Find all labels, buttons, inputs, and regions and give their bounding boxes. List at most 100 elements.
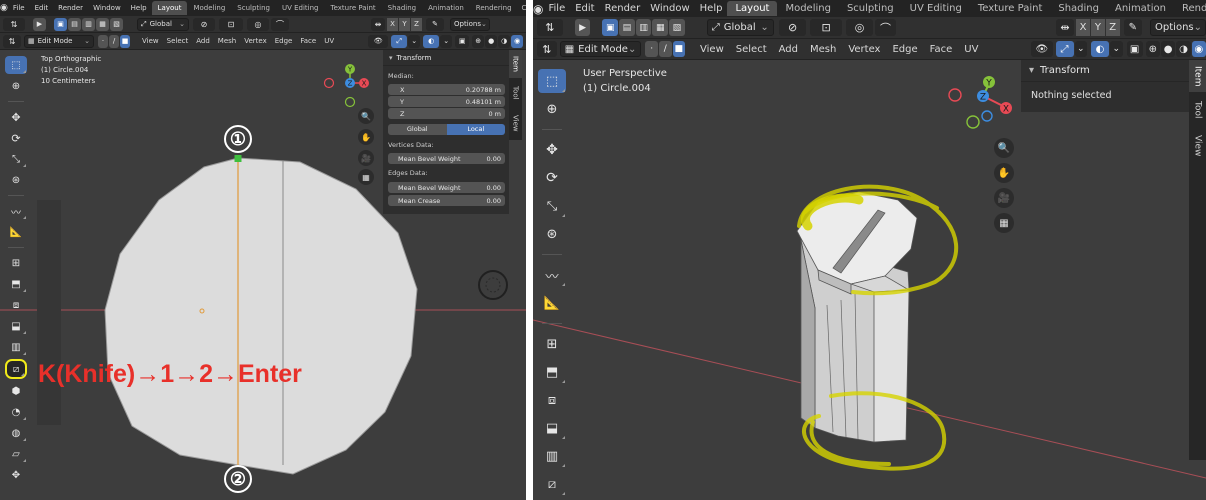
- rotate-icon[interactable]: ⟳: [5, 129, 27, 147]
- shear-icon[interactable]: ▱: [5, 445, 27, 463]
- transform-icon[interactable]: ⊛: [5, 171, 27, 189]
- select-mode-new-icon[interactable]: ▣: [54, 17, 67, 31]
- material-shading-icon[interactable]: ◑: [1176, 41, 1191, 57]
- menu-edit[interactable]: Edit: [570, 3, 599, 14]
- add-cube-icon[interactable]: ⊞: [538, 332, 566, 356]
- orientation-dropdown[interactable]: ⤢ Global ⌄: [706, 19, 774, 36]
- grid-icon[interactable]: ▦: [358, 169, 374, 185]
- menu-face[interactable]: Face: [924, 44, 959, 55]
- menu-window[interactable]: Window: [88, 4, 126, 12]
- tab-uv-editing[interactable]: UV Editing: [276, 1, 325, 15]
- move-icon[interactable]: ✥: [5, 108, 27, 126]
- poly-build-icon[interactable]: ⬢: [5, 382, 27, 400]
- median-y-field[interactable]: Y 0.48101 m: [388, 96, 505, 107]
- add-cube-icon[interactable]: ⊞: [5, 254, 27, 272]
- chevron-down-icon[interactable]: ⌄: [1109, 41, 1123, 57]
- menu-render[interactable]: Render: [53, 4, 88, 12]
- axis-x-toggle[interactable]: X: [387, 17, 398, 31]
- rendered-shading-icon[interactable]: ◉: [511, 34, 524, 48]
- tab-item[interactable]: Item: [509, 50, 522, 78]
- editor-type-icon[interactable]: ⇅: [537, 41, 557, 57]
- axis-z-toggle[interactable]: Z: [411, 17, 422, 31]
- options-dropdown[interactable]: Options ⌄: [450, 17, 490, 31]
- bevel-icon[interactable]: ⬓: [538, 416, 566, 440]
- gizmo-neg-x[interactable]: [323, 77, 335, 89]
- scale-icon[interactable]: ⤡: [538, 194, 566, 218]
- transform-panel-header[interactable]: ▾ Transform: [383, 50, 509, 66]
- extrude-icon[interactable]: ⬒: [5, 275, 27, 293]
- tab-tool[interactable]: Tool: [1189, 92, 1206, 128]
- chevron-down-icon[interactable]: ⌄: [1074, 41, 1088, 57]
- select-mode-subtract-icon[interactable]: ▥: [82, 17, 95, 31]
- tab-modeling[interactable]: Modeling: [777, 1, 839, 16]
- gizmo-neg-y[interactable]: [344, 96, 356, 108]
- median-z-field[interactable]: Z 0 m: [388, 108, 505, 119]
- falloff-icon[interactable]: ⌒: [875, 19, 896, 36]
- menu-help[interactable]: Help: [126, 4, 152, 12]
- loop-cut-icon[interactable]: ▥: [538, 444, 566, 468]
- menu-add[interactable]: Add: [192, 37, 214, 45]
- menu-face[interactable]: Face: [296, 37, 320, 45]
- tab-layout[interactable]: Layout: [151, 1, 188, 15]
- menu-render[interactable]: Render: [600, 3, 646, 14]
- overlays-icon[interactable]: ◐: [1091, 41, 1109, 57]
- proportional-edit-icon[interactable]: ◎: [247, 17, 269, 31]
- global-button[interactable]: Global: [388, 124, 447, 135]
- grid-icon[interactable]: ▦: [994, 213, 1014, 233]
- local-button[interactable]: Local: [446, 124, 505, 135]
- cursor-icon[interactable]: ⊕: [538, 97, 566, 121]
- left-viewport[interactable]: Top Orthographic (1) Circle.004 10 Centi…: [0, 50, 526, 500]
- tab-compositing[interactable]: C: [518, 1, 526, 15]
- menu-file[interactable]: File: [543, 3, 570, 14]
- scale-icon[interactable]: ⤡: [5, 150, 27, 168]
- proportional-edit-icon[interactable]: ◎: [845, 19, 874, 36]
- gizmo-neg-y[interactable]: [966, 115, 980, 129]
- visibility-icon[interactable]: 👁: [368, 34, 389, 48]
- menu-mesh[interactable]: Mesh: [214, 37, 240, 45]
- xray-icon[interactable]: ▣: [455, 34, 470, 48]
- tab-rendering[interactable]: Rendering: [1174, 1, 1206, 16]
- select-mode-invert-icon[interactable]: ▦: [96, 17, 109, 31]
- mode-dropdown[interactable]: ▦ Edit Mode ⌄: [24, 34, 94, 48]
- axis-x-toggle[interactable]: X: [1076, 19, 1090, 36]
- annotate-icon[interactable]: 〰: [538, 263, 566, 287]
- tab-sculpting[interactable]: Sculpting: [231, 1, 276, 15]
- zoom-icon[interactable]: 🔍: [994, 138, 1014, 158]
- extrude-icon[interactable]: ⬒: [538, 360, 566, 384]
- smooth-icon[interactable]: ◍: [5, 424, 27, 442]
- brush-icon[interactable]: ✎: [426, 17, 444, 31]
- select-box-icon[interactable]: ⬚: [538, 69, 566, 93]
- hand-icon[interactable]: ✋: [358, 129, 374, 145]
- menu-vertex[interactable]: Vertex: [240, 37, 271, 45]
- tab-view[interactable]: View: [509, 108, 522, 138]
- tab-uv-editing[interactable]: UV Editing: [902, 1, 970, 16]
- tab-sculpting[interactable]: Sculpting: [839, 1, 902, 16]
- wireframe-shading-icon[interactable]: ⊕: [1145, 41, 1160, 57]
- chevron-down-icon[interactable]: ⌄: [440, 34, 453, 48]
- solid-shading-icon[interactable]: ●: [1160, 41, 1176, 57]
- select-mode-extend-icon[interactable]: ▤: [619, 19, 635, 36]
- gizmo-icon[interactable]: ⤢: [391, 34, 408, 48]
- brush-icon[interactable]: ✎: [1123, 19, 1143, 36]
- mode-dropdown[interactable]: ▦ Edit Mode ⌄: [559, 41, 642, 57]
- menu-uv[interactable]: UV: [320, 37, 338, 45]
- move-icon[interactable]: ✥: [538, 138, 566, 162]
- menu-edge[interactable]: Edge: [886, 44, 923, 55]
- menu-uv[interactable]: UV: [958, 44, 984, 55]
- menu-vertex[interactable]: Vertex: [842, 44, 886, 55]
- select-mode-intersect-icon[interactable]: ▧: [669, 19, 685, 36]
- select-mode-invert-icon[interactable]: ▦: [652, 19, 669, 36]
- knife-icon[interactable]: ⧄: [538, 472, 566, 496]
- editor-type-icon[interactable]: ⇅: [3, 34, 21, 48]
- orientation-dropdown[interactable]: ⤢ Global ⌄: [137, 17, 189, 31]
- gizmo-neg-x[interactable]: [948, 88, 962, 102]
- select-mode-subtract-icon[interactable]: ▥: [635, 19, 652, 36]
- snap-icon[interactable]: ⊡: [219, 17, 243, 31]
- hand-icon[interactable]: ✋: [994, 163, 1014, 183]
- mean-crease-field[interactable]: Mean Crease 0.00: [388, 195, 505, 206]
- axis-y-toggle[interactable]: Y: [399, 17, 410, 31]
- menu-view[interactable]: View: [694, 44, 730, 55]
- visibility-icon[interactable]: 👁: [1031, 41, 1053, 57]
- loop-cut-icon[interactable]: ▥: [5, 338, 27, 356]
- inset-icon[interactable]: ⧈: [538, 388, 566, 412]
